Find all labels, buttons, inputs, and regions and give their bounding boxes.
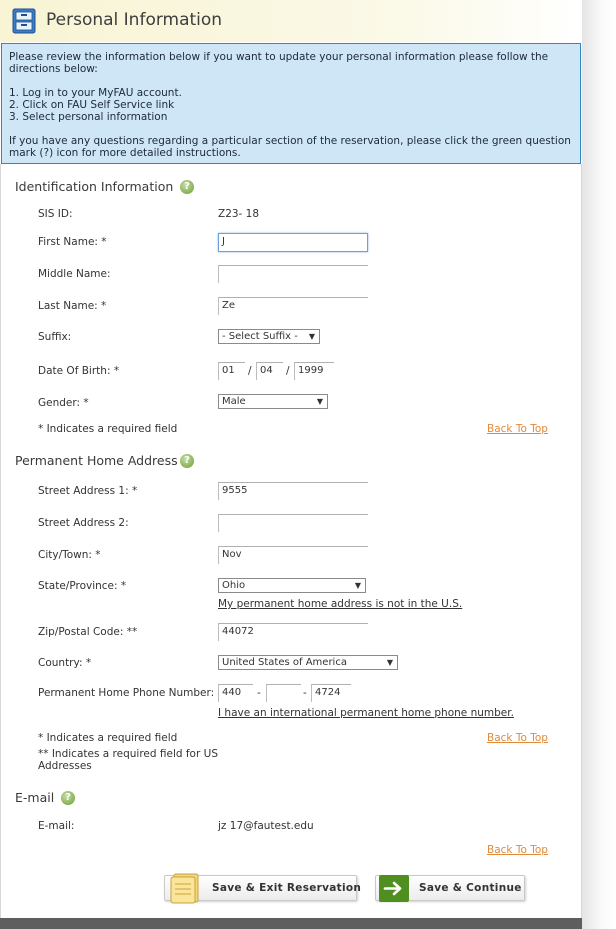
dob-year-input[interactable]: 1999 [294,362,334,380]
instruction-step: 1. Log in to your MyFAU account. [9,87,182,99]
arrow-right-icon [379,875,409,905]
phone-prefix-input[interactable] [266,684,301,702]
first-name-label: First Name: * [38,236,107,248]
back-to-top-link[interactable]: Back To Top [487,732,548,744]
suffix-label: Suffix: [38,331,72,343]
gender-select[interactable]: Male ▼ [218,394,328,409]
first-name-input[interactable]: J [218,233,368,252]
notepad-icon [169,871,203,908]
phone-label: Permanent Home Phone Number: * [38,687,223,699]
filing-cabinet-icon [12,8,36,34]
email-section-title: E-mail [15,790,55,805]
zip-input[interactable]: 44072 [218,623,368,641]
us-required-note: ** Indicates a required field for US Add… [38,748,218,772]
country-label: Country: * [38,657,92,669]
sis-id-label: SIS ID: [38,208,73,220]
dob-month-input[interactable]: 01 [218,362,245,380]
chevron-down-icon: ▼ [354,581,361,590]
suffix-select-value: - Select Suffix - [222,331,298,342]
save-continue-label: Save & Continue [419,882,522,894]
email-value: jz 17@fautest.edu [218,820,314,832]
chevron-down-icon: ▼ [308,332,315,341]
instruction-step: 2. Click on FAU Self Service link [9,99,175,111]
chevron-down-icon: ▼ [316,397,323,406]
email-label: E-mail: [38,820,75,832]
back-to-top-link[interactable]: Back To Top [487,423,548,435]
question-mark-icon[interactable]: ? [180,180,194,194]
save-exit-button[interactable]: Save & Exit Reservation [164,873,361,904]
city-label: City/Town: * [38,549,101,561]
country-select[interactable]: United States of America ▼ [218,655,398,670]
back-to-top-link[interactable]: Back To Top [487,844,548,856]
phone-separator: - [303,687,307,699]
date-separator: / [286,365,290,377]
country-select-value: United States of America [222,657,347,668]
street2-label: Street Address 2: [38,517,129,529]
last-name-input[interactable]: Ze [218,297,368,315]
sis-id-value: Z23- 18 [218,208,260,220]
chevron-down-icon: ▼ [386,658,393,667]
required-note: * Indicates a required field [38,423,178,435]
save-exit-label: Save & Exit Reservation [212,882,362,894]
instruction-step: 3. Select personal information [9,111,168,123]
state-select-value: Ohio [222,580,246,591]
phone-line-input[interactable]: 4724 [311,684,351,702]
middle-name-input[interactable] [218,265,368,283]
instructions-intro: Please review the information below if y… [9,51,549,75]
save-continue-button[interactable]: Save & Continue [375,875,525,902]
state-select[interactable]: Ohio ▼ [218,578,366,593]
identification-section-title: Identification Information [15,179,174,194]
question-mark-icon[interactable]: ? [180,454,194,468]
phone-separator: - [257,687,261,699]
gender-select-value: Male [222,396,246,407]
gender-label: Gender: * [38,397,89,409]
page-title: Personal Information [46,10,223,30]
date-separator: / [248,365,252,377]
phone-area-input[interactable]: 440 [218,684,253,702]
address-section-title: Permanent Home Address [15,453,178,468]
footer-bar [0,918,582,929]
page-edge-shadow [582,0,616,929]
middle-name-label: Middle Name: [38,268,111,280]
street1-label: Street Address 1: * [38,485,138,497]
last-name-label: Last Name: * [38,300,107,312]
dob-label: Date Of Birth: * [38,365,120,377]
dob-day-input[interactable]: 04 [256,362,283,380]
street2-input[interactable] [218,514,368,532]
city-input[interactable]: Nov [218,546,368,564]
required-note: * Indicates a required field [38,732,178,744]
state-label: State/Province: * [38,580,127,592]
not-us-address-link[interactable]: My permanent home address is not in the … [218,598,462,610]
instructions-panel: Please review the information below if y… [1,43,581,164]
zip-label: Zip/Postal Code: ** [38,626,138,638]
street1-input[interactable]: 9555 [218,482,368,500]
intl-phone-link[interactable]: I have an international permanent home p… [218,707,514,719]
suffix-select[interactable]: - Select Suffix - ▼ [218,329,320,344]
question-mark-icon[interactable]: ? [61,791,75,805]
instructions-help-note: If you have any questions regarding a pa… [9,135,571,159]
